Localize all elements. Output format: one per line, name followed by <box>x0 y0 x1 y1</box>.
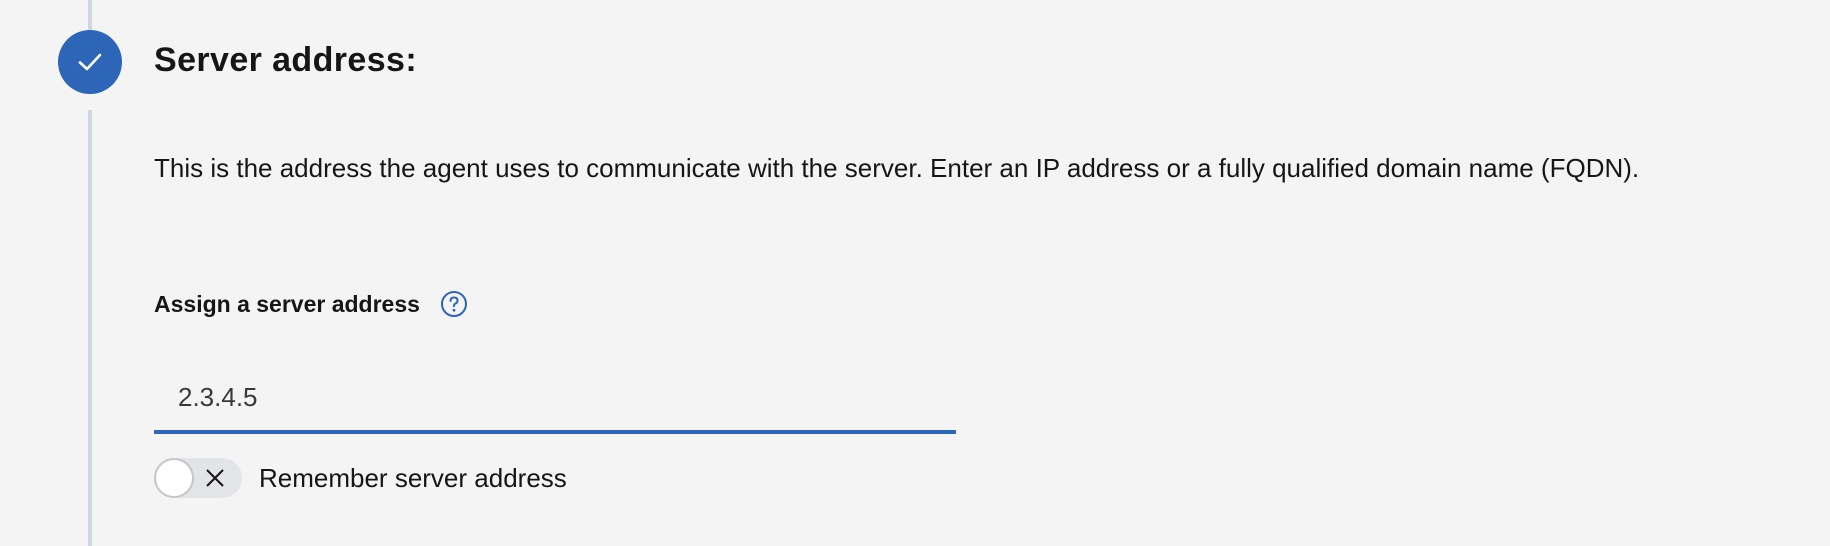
remember-address-row: Remember server address <box>154 458 567 498</box>
toggle-label: Remember server address <box>259 462 567 493</box>
progress-line-top <box>88 0 92 30</box>
checkmark-icon <box>78 53 102 71</box>
server-address-input[interactable] <box>154 364 956 430</box>
step-complete-indicator <box>58 30 122 94</box>
toggle-knob <box>154 458 194 498</box>
server-address-field <box>154 364 956 434</box>
help-icon[interactable] <box>440 290 468 318</box>
step-title: Server address: <box>154 41 418 79</box>
progress-line <box>88 110 92 546</box>
remember-address-toggle[interactable] <box>154 458 242 498</box>
step-description: This is the address the agent uses to co… <box>154 153 1640 183</box>
field-label-row: Assign a server address <box>154 290 468 318</box>
close-icon <box>206 469 224 487</box>
question-circle-icon <box>440 291 467 317</box>
field-label: Assign a server address <box>154 290 420 317</box>
